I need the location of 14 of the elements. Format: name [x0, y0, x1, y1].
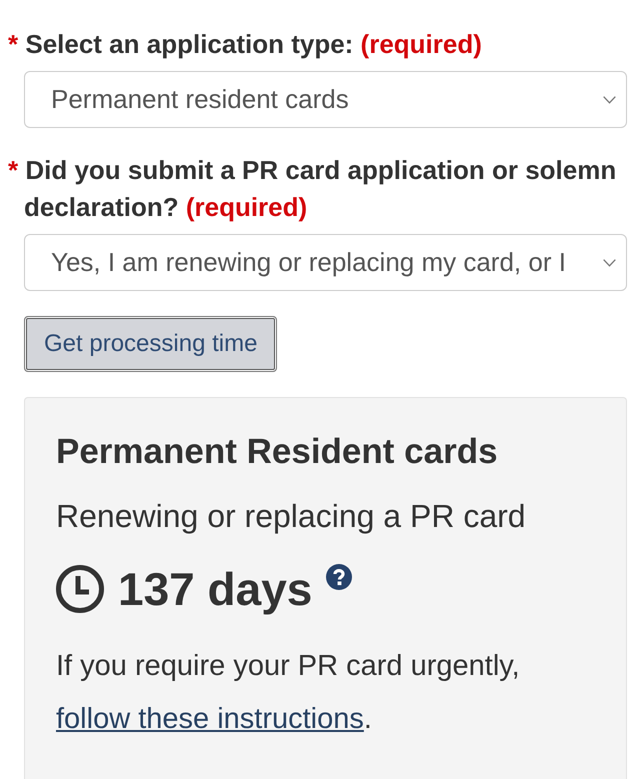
result-title: Permanent Resident cards [56, 431, 499, 473]
dropdown[interactable]: Permanent resident cards [24, 71, 627, 128]
chevron-down-icon [603, 96, 616, 104]
field-label: * Select an application type: (required) [8, 28, 483, 61]
help-icon[interactable] [326, 564, 352, 590]
field-label: * Did you submit a PR card application or solemn declaration? (required) [8, 154, 618, 224]
urgent-note: If you require your PR card urgently, follow these instructions. [56, 649, 521, 737]
dropdown[interactable]: Yes, I am renewing or replacing my card, or I [24, 234, 627, 291]
processing-time: 137 days [118, 562, 312, 617]
chevron-down-icon [603, 258, 616, 266]
instructions-link[interactable]: follow these instructions [56, 703, 364, 735]
result-subtitle: Renewing or replacing a PR card [56, 497, 527, 536]
get-processing-time-button[interactable]: Get processing time [24, 316, 278, 372]
clock-icon [56, 565, 104, 613]
